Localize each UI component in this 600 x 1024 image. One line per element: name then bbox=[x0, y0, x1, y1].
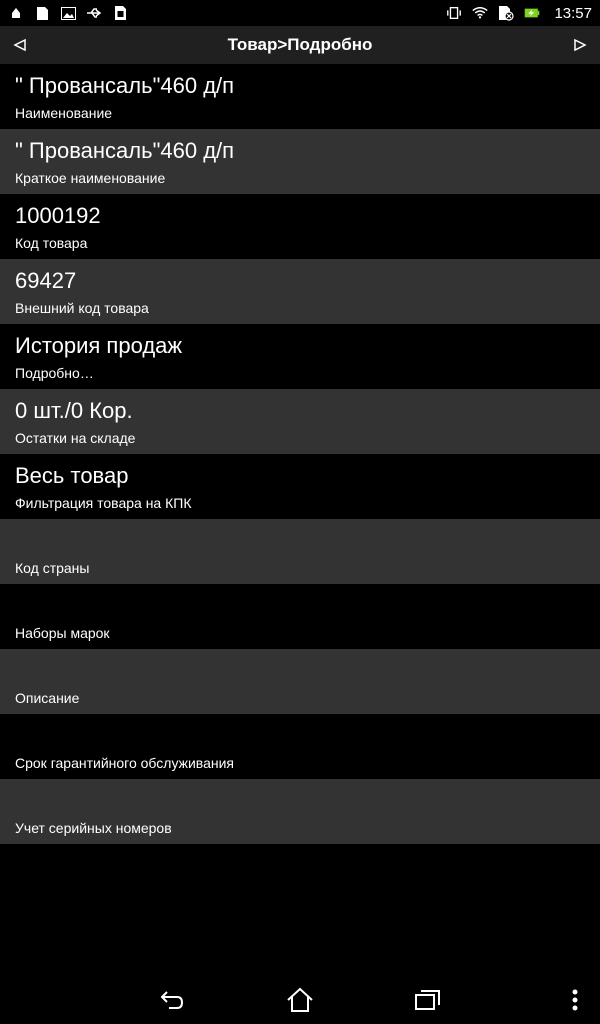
field-value bbox=[15, 592, 585, 620]
status-bar-right: 13:57 bbox=[446, 5, 592, 22]
field-value bbox=[15, 787, 585, 815]
field-label: Учет серийных номеров bbox=[15, 820, 172, 836]
status-time: 13:57 bbox=[554, 4, 592, 22]
field-label: Наименование bbox=[15, 105, 113, 121]
field-product-filter[interactable]: Весь товар Фильтрация товара на КПК bbox=[0, 454, 600, 519]
field-product-code[interactable]: 1000192 Код товара bbox=[0, 194, 600, 259]
notification-icon bbox=[8, 5, 24, 21]
field-label: Фильтрация товара на КПК bbox=[15, 495, 192, 511]
product-detail-list: " Провансаль"460 д/п Наименование " Пров… bbox=[0, 64, 600, 844]
field-value: " Провансаль"460 д/п bbox=[15, 73, 235, 98]
field-stamp-sets[interactable]: Наборы марок bbox=[0, 584, 600, 649]
title-bar: Товар>Подробно bbox=[0, 26, 600, 64]
sd-card-icon bbox=[34, 5, 50, 21]
vibrate-icon bbox=[446, 5, 462, 21]
field-sales-history[interactable]: История продаж Подробно… bbox=[0, 324, 600, 389]
field-serial-tracking[interactable]: Учет серийных номеров bbox=[0, 779, 600, 844]
field-label: Остатки на складе bbox=[15, 430, 136, 446]
field-value bbox=[15, 722, 585, 750]
field-label: Описание bbox=[15, 690, 80, 706]
right-triangle-icon[interactable] bbox=[570, 35, 590, 55]
wifi-icon bbox=[472, 5, 489, 21]
recents-icon[interactable] bbox=[413, 986, 443, 1014]
no-sim-icon bbox=[498, 5, 515, 21]
navigation-bar bbox=[0, 976, 600, 1024]
battery-charging-icon bbox=[524, 5, 540, 21]
field-value: Весь товар bbox=[15, 463, 129, 488]
field-stock[interactable]: 0 шт./0 Кор. Остатки на складе bbox=[0, 389, 600, 454]
field-value: 1000192 bbox=[15, 203, 101, 228]
sim-icon bbox=[112, 5, 128, 21]
image-icon bbox=[60, 5, 76, 21]
back-icon[interactable] bbox=[157, 986, 187, 1014]
overflow-menu-icon[interactable] bbox=[560, 986, 590, 1014]
field-label: Код страны bbox=[15, 560, 90, 576]
field-label: Внешний код товара bbox=[15, 300, 149, 316]
field-value: " Провансаль"460 д/п bbox=[15, 138, 235, 163]
field-description[interactable]: Описание bbox=[0, 649, 600, 714]
field-label: Код товара bbox=[15, 235, 88, 251]
page-title: Товар>Подробно bbox=[227, 35, 373, 54]
field-label: Краткое наименование bbox=[15, 170, 166, 186]
field-value bbox=[15, 657, 585, 685]
field-country-code[interactable]: Код страны bbox=[0, 519, 600, 584]
field-value: 69427 bbox=[15, 268, 77, 293]
field-label: Срок гарантийного обслуживания bbox=[15, 755, 234, 771]
field-external-code[interactable]: 69427 Внешний код товара bbox=[0, 259, 600, 324]
home-icon[interactable] bbox=[285, 986, 315, 1014]
field-value bbox=[15, 527, 585, 555]
field-name[interactable]: " Провансаль"460 д/п Наименование bbox=[0, 64, 600, 129]
field-value: 0 шт./0 Кор. bbox=[15, 398, 133, 423]
field-label: Наборы марок bbox=[15, 625, 110, 641]
field-short-name[interactable]: " Провансаль"460 д/п Краткое наименовани… bbox=[0, 129, 600, 194]
left-triangle-icon[interactable] bbox=[10, 35, 30, 55]
field-warranty-period[interactable]: Срок гарантийного обслуживания bbox=[0, 714, 600, 779]
field-value: История продаж bbox=[15, 333, 183, 358]
field-label: Подробно… bbox=[15, 365, 94, 381]
usb-icon bbox=[86, 5, 102, 21]
status-bar: 13:57 bbox=[0, 0, 600, 26]
status-bar-left bbox=[8, 5, 128, 21]
